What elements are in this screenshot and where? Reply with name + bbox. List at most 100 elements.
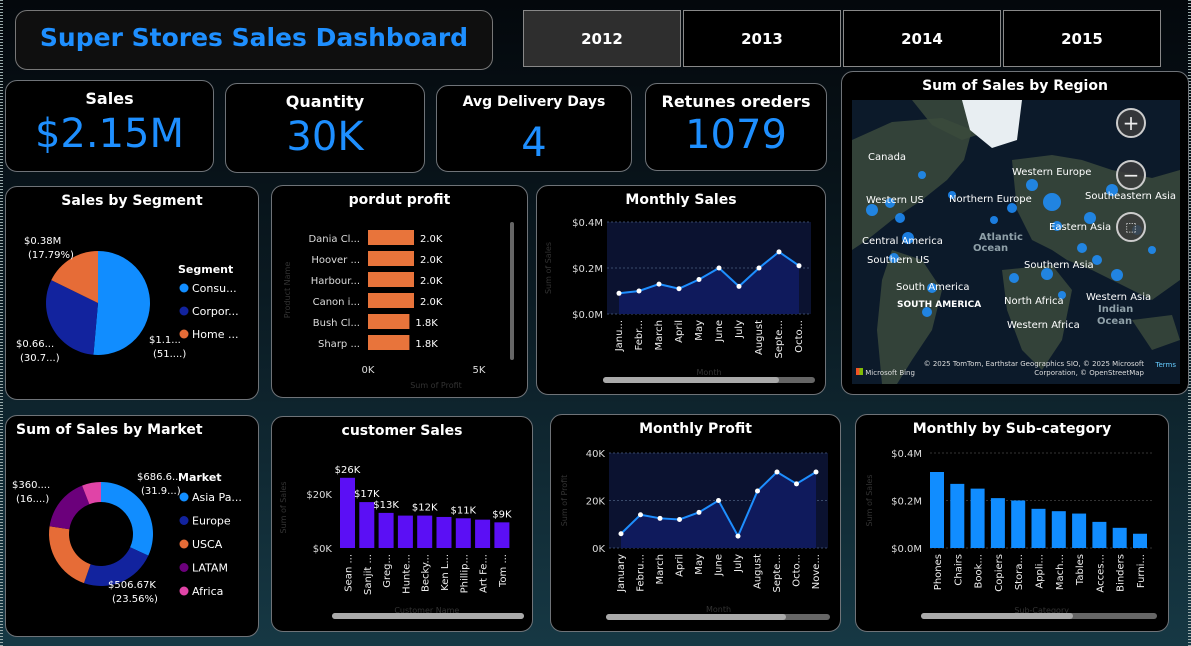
select-area-button[interactable]: ⬚ [1116, 212, 1146, 242]
subcategory-bar [970, 488, 985, 548]
monthly-sales-point [636, 288, 642, 294]
subcategory-x-tick: Stora... [1014, 554, 1025, 590]
customer-x-tick: Greg... [382, 554, 393, 588]
subcategory-card: Monthly by Sub-category $0.0M $0.2M $0.4M P… [855, 414, 1169, 632]
map-card: Sum of Sales by Region Canada Western Eur… [841, 71, 1189, 395]
map-region-label: Central America [862, 236, 943, 247]
map-region-label: Ocean [1097, 316, 1132, 327]
year-button-2014[interactable]: 2014 [843, 10, 1001, 67]
map-region-label: Indian [1098, 304, 1133, 315]
customer-bar [475, 519, 491, 548]
map-region-label: South America [896, 282, 970, 293]
sales-by-segment-card: Sales by Segment $1.1... (51....) $0.66...… [5, 186, 259, 400]
market-legend-marker [179, 563, 189, 572]
subcategory-bar [1133, 533, 1147, 548]
map-region-label: Southern Asia [1024, 260, 1094, 271]
subcategory-bar [1031, 508, 1046, 548]
monthly-profit-scrollbar-thumb [606, 614, 786, 620]
market-legend-label: USCA [192, 538, 223, 551]
subcategory-x-tick: Phones [933, 554, 944, 590]
zoom-in-button[interactable]: + [1116, 108, 1146, 138]
segment-data-label: $0.38M [24, 236, 61, 247]
map-sales-bubble [1148, 246, 1156, 254]
segment-legend-label: Home ... [192, 328, 238, 341]
year-button-2015[interactable]: 2015 [1003, 10, 1161, 67]
product-profit-card: pordut profit Dania Cl... 2.0K Hoover ... 2… [271, 185, 528, 398]
product-profit-bar [368, 251, 414, 266]
customer-data-label: $13K [373, 500, 399, 511]
subcategory-x-tick: Appli... [1035, 554, 1046, 589]
segment-data-label: (51....) [153, 349, 186, 360]
segment-data-label: (17.79%) [28, 250, 74, 261]
monthly-profit-point [716, 498, 721, 503]
map-region-label: Ocean [973, 243, 1008, 254]
customer-x-tick: Art Fe... [479, 554, 490, 593]
monthly-profit-card: Monthly Profit 0K 20K 40K January Febru... Ma… [550, 414, 841, 632]
year-button-2013[interactable]: 2013 [683, 10, 841, 67]
segment-legend-marker [179, 329, 189, 339]
monthly-profit-point [813, 469, 819, 475]
market-data-label: (16....) [16, 494, 49, 505]
monthly-profit-x-tick: July [733, 554, 744, 573]
market-legend-marker [179, 586, 189, 596]
map-region-label: Western Asia [1086, 292, 1151, 303]
monthly-sales-y-tick: $0.0M [572, 310, 603, 321]
customer-data-label: $11K [450, 505, 476, 516]
monthly-sales-point [796, 263, 802, 269]
monthly-sales-x-tick: April [674, 320, 685, 343]
map-region-label: Atlantic [979, 232, 1023, 243]
monthly-profit-x-tick: Septe... [772, 554, 783, 592]
market-legend-label: Africa [192, 585, 223, 598]
subcategory-x-tick: Copiers [994, 554, 1005, 592]
monthly-sales-scrollbar-thumb [603, 377, 779, 383]
map-region-label: Eastern Asia [1049, 222, 1111, 233]
dashboard-title: Super Stores Sales Dashboard [39, 23, 469, 52]
monthly-profit-x-tick: August [753, 554, 764, 589]
segment-legend-marker [179, 283, 189, 293]
subcategory-x-tick: Chairs [953, 554, 964, 586]
monthly-profit-point [794, 481, 799, 487]
monthly-profit-point [638, 512, 643, 518]
monthly-profit-y-tick: 0K [592, 544, 605, 555]
customer-bar [436, 516, 452, 548]
map-sales-bubble [990, 216, 998, 224]
product-y-axis-title: Product Name [283, 262, 292, 319]
monthly-profit-x-tick: Nove... [811, 554, 822, 589]
monthly-profit-y-axis-title: Sum of Profit [560, 475, 569, 527]
customer-x-tick: Ken L... [440, 554, 451, 591]
map-sales-bubble [1043, 193, 1061, 211]
kpi-delivery-value: 4 [521, 120, 547, 166]
segment-data-label: $0.66... [16, 339, 54, 350]
map-terms-link[interactable]: Terms [1155, 361, 1176, 369]
monthly-profit-x-tick: April [675, 554, 686, 577]
customer-data-label: $12K [412, 503, 438, 514]
product-profit-data-label: 2.0K [420, 255, 443, 266]
monthly-profit-point [618, 531, 624, 537]
product-profit-data-label: 2.0K [420, 234, 443, 245]
zoom-out-button[interactable]: − [1116, 160, 1146, 190]
subcategory-y-tick: $0.4M [891, 449, 922, 460]
subcategory-x-tick: Furni... [1136, 554, 1147, 588]
customer-bar [494, 522, 510, 548]
map-region-label: Southern US [867, 255, 929, 266]
monthly-profit-y-tick: 40K [586, 449, 606, 460]
map-visual[interactable]: Canada Western Europe Southeastern Asia Wes… [852, 100, 1180, 384]
monthly-sales-point [696, 277, 702, 282]
year-button-2012[interactable]: 2012 [523, 10, 681, 67]
product-category-label: Bush Cl... [313, 318, 360, 329]
kpi-quantity-label: Quantity [285, 92, 365, 111]
map-region-label: Western US [866, 195, 924, 206]
monthly-profit-point [657, 515, 663, 521]
market-slice [49, 485, 90, 530]
market-legend-label: Asia Pa... [192, 491, 242, 504]
segment-legend-title: Segment [178, 263, 233, 276]
customer-bar [359, 502, 375, 548]
customer-scrollbar-thumb [332, 613, 524, 619]
segment-legend-label: Corpor... [192, 305, 239, 318]
product-x-tick: 0K [362, 365, 375, 376]
customer-x-tick: Tom ... [498, 554, 509, 588]
map-sales-bubble [1009, 273, 1019, 283]
left-edge-dots [0, 0, 3, 646]
subcategory-bar [930, 472, 944, 548]
customer-x-tick: Sanjit ... [363, 554, 374, 595]
